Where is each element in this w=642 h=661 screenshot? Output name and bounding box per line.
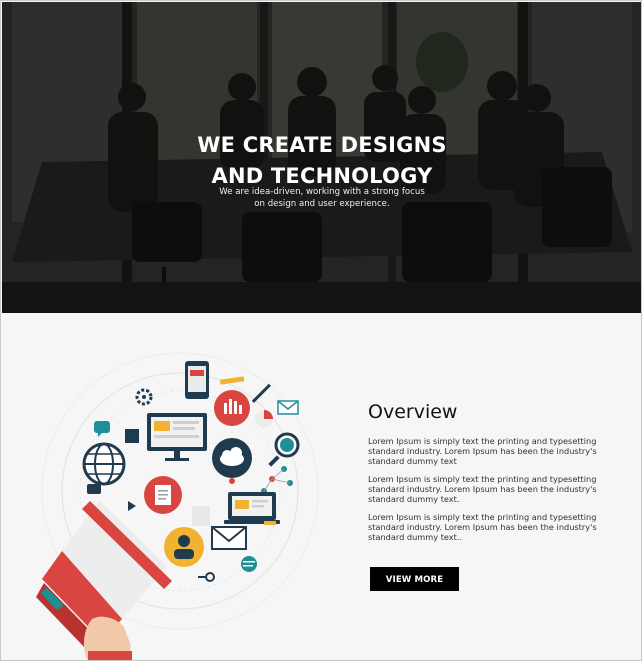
hero-title: WE CREATE DESIGNS AND TECHNOLOGY — [2, 130, 641, 192]
monitor-icon — [147, 413, 207, 461]
smartphone-icon — [185, 361, 209, 399]
gear-icon — [135, 388, 153, 406]
user-avatar-icon — [164, 527, 204, 567]
paragraph-line: standard industry. Lorem Ipsum has been … — [368, 522, 597, 533]
hero-subtitle-line1: We are idea-driven, working with a stron… — [219, 187, 425, 197]
paragraph-line: standard dummy text. — [368, 494, 460, 505]
paragraph-line: standard industry. Lorem Ipsum has been … — [368, 446, 597, 457]
envelope-icon — [211, 526, 247, 550]
chat-bubble-icon — [94, 421, 110, 437]
view-more-button[interactable]: VIEW MORE — [370, 567, 459, 591]
magnifier-icon — [268, 432, 300, 467]
overview-title: Overview — [368, 401, 458, 423]
globe-icon — [82, 442, 126, 486]
laptop-icon — [224, 492, 280, 524]
bar-chart-icon — [214, 390, 250, 426]
paragraph-line: standard industry. Lorem Ipsum has been … — [368, 484, 597, 495]
hero-banner: WE CREATE DESIGNS AND TECHNOLOGY We are … — [2, 2, 641, 313]
hero-subtitle: We are idea-driven, working with a stron… — [2, 187, 641, 210]
overview-paragraph-1: Lorem Ipsum is simply text the printing … — [368, 436, 600, 467]
overview-paragraph-2: Lorem Ipsum is simply text the printing … — [368, 474, 600, 505]
paragraph-line: standard dummy text.. — [368, 532, 463, 543]
hero-title-line1: WE CREATE DESIGNS — [197, 133, 447, 157]
digital-marketing-megaphone-illustration — [36, 352, 319, 660]
paragraph-line: Lorem Ipsum is simply text the printing … — [368, 474, 597, 484]
document-icon — [144, 476, 182, 514]
overview-section: Overview Lorem Ipsum is simply text the … — [2, 313, 641, 660]
paragraph-line: Lorem Ipsum is simply text the printing … — [368, 436, 597, 446]
cloud-network-icon — [212, 438, 252, 484]
paragraph-line: standard dummy text — [368, 456, 457, 467]
hand-icon — [83, 616, 132, 660]
hero-subtitle-line2: on design and user experience. — [254, 198, 390, 209]
overview-paragraph-3: Lorem Ipsum is simply text the printing … — [368, 512, 600, 543]
paragraph-line: Lorem Ipsum is simply text the printing … — [368, 512, 597, 522]
page: WE CREATE DESIGNS AND TECHNOLOGY We are … — [0, 0, 642, 661]
